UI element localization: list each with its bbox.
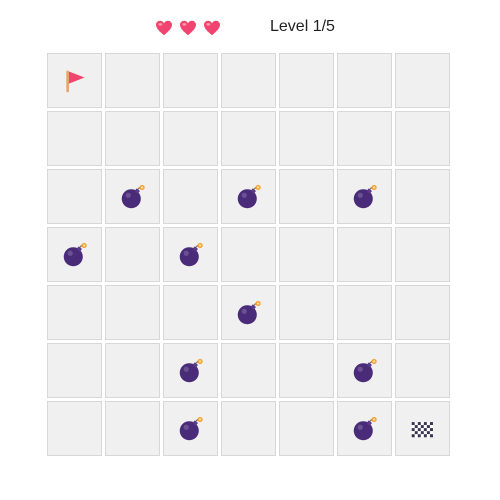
grid-cell-r2-c1[interactable]: [105, 169, 160, 224]
grid-cell-r6-c6[interactable]: [395, 401, 450, 456]
heart-icon: [180, 20, 196, 36]
game-board: [47, 53, 450, 456]
grid-cell-r3-c6[interactable]: [395, 227, 450, 282]
grid-cell-r1-c4[interactable]: [279, 111, 334, 166]
grid-cell-r2-c5[interactable]: [337, 169, 392, 224]
grid-cell-r4-c6[interactable]: [395, 285, 450, 340]
grid-cell-r5-c2[interactable]: [163, 343, 218, 398]
grid-cell-r6-c4[interactable]: [279, 401, 334, 456]
bomb-icon: [353, 358, 377, 382]
grid-cell-r6-c1[interactable]: [105, 401, 160, 456]
hud: Level 1/5: [0, 14, 500, 44]
checkered-flag-icon: [411, 421, 433, 437]
grid-cell-r1-c0[interactable]: [47, 111, 102, 166]
bomb-icon: [179, 416, 203, 440]
grid-cell-r5-c0[interactable]: [47, 343, 102, 398]
grid-cell-r2-c2[interactable]: [163, 169, 218, 224]
grid-cell-r5-c5[interactable]: [337, 343, 392, 398]
grid-cell-r3-c1[interactable]: [105, 227, 160, 282]
grid-cell-r3-c3[interactable]: [221, 227, 276, 282]
grid-cell-r5-c1[interactable]: [105, 343, 160, 398]
grid-cell-r4-c3[interactable]: [221, 285, 276, 340]
grid-cell-r4-c4[interactable]: [279, 285, 334, 340]
grid-cell-r0-c6[interactable]: [395, 53, 450, 108]
grid-cell-r5-c6[interactable]: [395, 343, 450, 398]
grid-cell-r2-c3[interactable]: [221, 169, 276, 224]
grid-cell-r0-c0[interactable]: [47, 53, 102, 108]
grid-cell-r6-c5[interactable]: [337, 401, 392, 456]
grid-cell-r1-c5[interactable]: [337, 111, 392, 166]
bomb-icon: [237, 300, 261, 324]
grid-cell-r1-c6[interactable]: [395, 111, 450, 166]
bomb-icon: [121, 184, 145, 208]
grid-cell-r5-c4[interactable]: [279, 343, 334, 398]
bomb-icon: [237, 184, 261, 208]
grid-cell-r0-c3[interactable]: [221, 53, 276, 108]
bomb-icon: [179, 358, 203, 382]
grid-cell-r4-c1[interactable]: [105, 285, 160, 340]
level-indicator: Level 1/5: [270, 18, 335, 35]
grid-cell-r0-c2[interactable]: [163, 53, 218, 108]
grid-cell-r2-c6[interactable]: [395, 169, 450, 224]
grid-cell-r6-c2[interactable]: [163, 401, 218, 456]
grid-cell-r1-c3[interactable]: [221, 111, 276, 166]
grid-cell-r0-c5[interactable]: [337, 53, 392, 108]
bomb-icon: [179, 242, 203, 266]
grid-cell-r4-c2[interactable]: [163, 285, 218, 340]
grid-cell-r3-c2[interactable]: [163, 227, 218, 282]
start-flag-icon: [65, 70, 85, 92]
grid-cell-r5-c3[interactable]: [221, 343, 276, 398]
bomb-icon: [63, 242, 87, 266]
grid-cell-r3-c4[interactable]: [279, 227, 334, 282]
grid-cell-r0-c4[interactable]: [279, 53, 334, 108]
grid-cell-r6-c0[interactable]: [47, 401, 102, 456]
grid-cell-r3-c5[interactable]: [337, 227, 392, 282]
grid-cell-r6-c3[interactable]: [221, 401, 276, 456]
grid-cell-r2-c0[interactable]: [47, 169, 102, 224]
grid-cell-r4-c5[interactable]: [337, 285, 392, 340]
grid-cell-r1-c1[interactable]: [105, 111, 160, 166]
grid-cell-r1-c2[interactable]: [163, 111, 218, 166]
bomb-icon: [353, 416, 377, 440]
lives-display: [155, 20, 221, 36]
grid-cell-r2-c4[interactable]: [279, 169, 334, 224]
grid-cell-r3-c0[interactable]: [47, 227, 102, 282]
grid-cell-r4-c0[interactable]: [47, 285, 102, 340]
heart-icon: [204, 20, 220, 36]
grid-cell-r0-c1[interactable]: [105, 53, 160, 108]
heart-icon: [156, 20, 172, 36]
bomb-icon: [353, 184, 377, 208]
